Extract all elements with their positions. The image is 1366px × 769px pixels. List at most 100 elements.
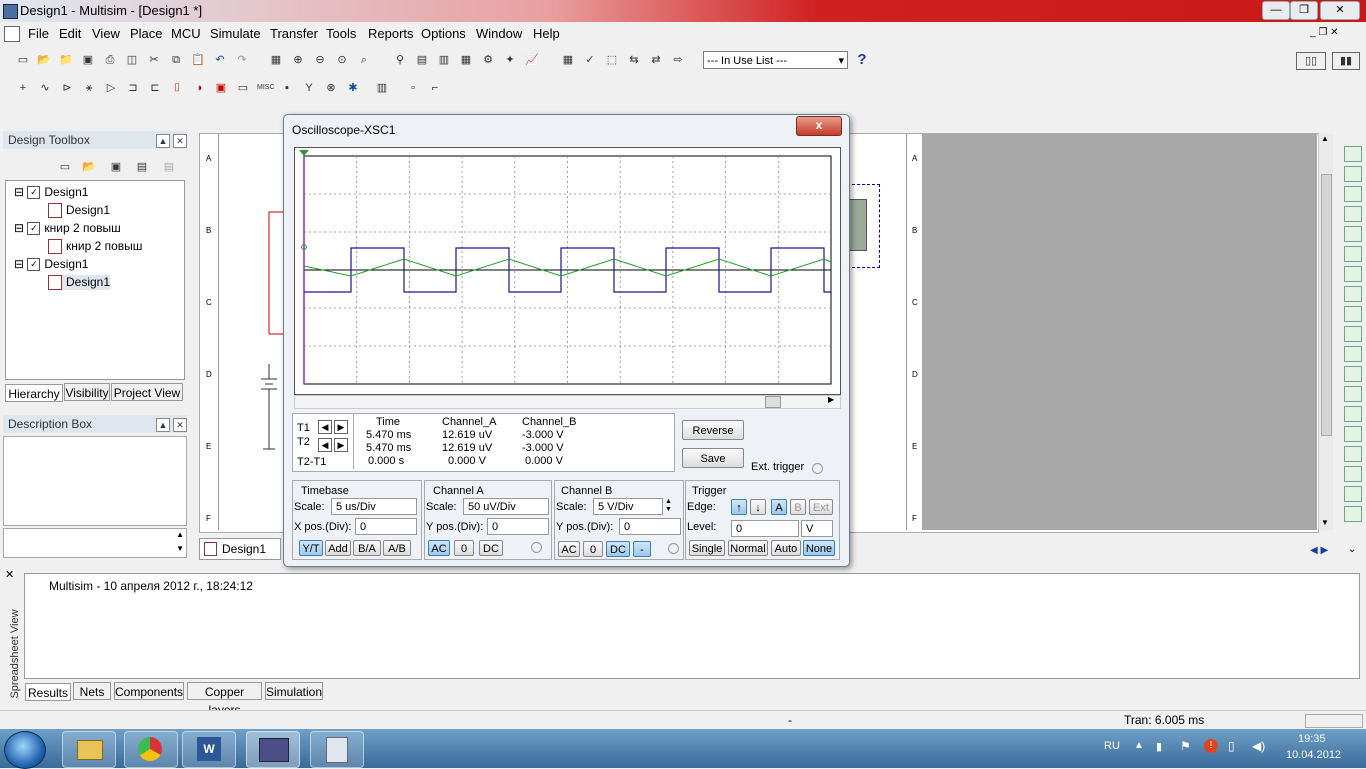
falling-edge-icon[interactable]: ↓ — [750, 499, 766, 515]
wattmeter-icon[interactable] — [1344, 186, 1362, 202]
t1-left-arrow-icon[interactable]: ◀ — [318, 420, 332, 434]
open-design-icon[interactable]: 📂 — [81, 159, 97, 175]
agilent-oscilloscope-icon[interactable] — [1344, 466, 1362, 482]
logic-converter-icon[interactable] — [1344, 326, 1362, 342]
delete-sheet-icon[interactable]: ▤ — [161, 159, 177, 175]
paste-icon[interactable]: 📋 — [190, 52, 206, 68]
frequency-counter-icon[interactable] — [1344, 266, 1362, 282]
tab-scroll-arrows[interactable]: ◀ ▶ — [1310, 545, 1328, 556]
security-icon[interactable]: ⚑ — [1180, 739, 1191, 753]
word-generator-icon[interactable] — [1344, 286, 1362, 302]
channel-b-ac-button[interactable]: AC — [558, 541, 580, 557]
language-indicator[interactable]: RU — [1104, 740, 1120, 752]
erc-icon[interactable]: ✓ — [582, 52, 598, 68]
mcu-icon[interactable]: ✱ — [345, 80, 361, 96]
channel-b-terminal-icon[interactable] — [668, 543, 679, 554]
find-icon[interactable]: ⚲ — [392, 52, 408, 68]
t2-right-arrow-icon[interactable]: ▶ — [334, 438, 348, 452]
close-icon[interactable]: ✕ — [173, 418, 187, 432]
horizontal-scrollbar[interactable]: ▶ — [294, 395, 841, 409]
ab-button[interactable]: A/B — [383, 540, 411, 556]
tab-results[interactable]: Results — [25, 683, 71, 701]
forward-annotate-icon[interactable]: ⇄ — [648, 52, 664, 68]
tree-node-design1[interactable]: ⊟ ✓ Design1 — [14, 185, 88, 200]
maximize-button[interactable]: ❐ — [1290, 1, 1318, 20]
hierarchical-block-icon[interactable]: ▥ — [374, 80, 390, 96]
yt-button[interactable]: Y/T — [299, 540, 323, 556]
t2-left-arrow-icon[interactable]: ◀ — [318, 438, 332, 452]
agilent-multimeter-icon[interactable] — [1344, 446, 1362, 462]
channel-a-ypos-field[interactable]: 0 — [487, 518, 549, 535]
multisim-taskbar-button[interactable] — [246, 731, 300, 768]
tab-copper-layers[interactable]: Copper layers — [187, 682, 262, 717]
document-icon[interactable] — [4, 26, 20, 42]
menu-edit[interactable]: Edit — [59, 26, 81, 41]
postprocessor-icon[interactable]: ▦ — [560, 52, 576, 68]
zoom-area-icon[interactable]: ⊙ — [334, 52, 350, 68]
multimeter-icon[interactable] — [1344, 146, 1362, 162]
channel-b-invert-button[interactable]: - — [633, 541, 651, 557]
single-button[interactable]: Single — [689, 540, 725, 556]
scale-spinner-icon[interactable]: ▲ ▼ — [665, 498, 672, 514]
network-icon[interactable]: ▮ — [1156, 740, 1162, 753]
volume-icon[interactable]: ◀) — [1252, 739, 1265, 753]
start-button[interactable] — [4, 731, 46, 769]
cmos-icon[interactable]: ⊏ — [147, 80, 163, 96]
timebase-scale-field[interactable]: 5 us/Div — [331, 498, 417, 515]
close-icon[interactable]: ✕ — [5, 568, 14, 581]
channel-a-zero-button[interactable]: 0 — [454, 540, 474, 556]
analog-icon[interactable]: ▷ — [103, 80, 119, 96]
channel-b-ypos-field[interactable]: 0 — [619, 518, 681, 535]
add-button[interactable]: Add — [325, 540, 351, 556]
channel-b-zero-button[interactable]: 0 — [583, 541, 603, 557]
rising-edge-icon[interactable]: ↑ — [731, 499, 747, 515]
trigger-source-a-button[interactable]: A — [771, 499, 787, 515]
menu-transfer[interactable]: Transfer — [270, 26, 318, 41]
checkbox-icon[interactable]: ✓ — [27, 258, 41, 272]
pause-switch-icon[interactable]: ▮▮ — [1332, 52, 1360, 70]
device-icon[interactable]: ▯ — [1228, 739, 1235, 753]
none-button[interactable]: None — [803, 540, 835, 556]
close-window-button[interactable]: ✕ — [1320, 1, 1360, 20]
description-scroll[interactable]: ▲ ▼ — [3, 528, 187, 558]
tree-node-sheet[interactable]: книр 2 повыш — [48, 239, 142, 255]
pin-icon[interactable]: ▲ — [156, 418, 170, 432]
tree-node-design2[interactable]: ⊟ ✓ книр 2 повыш — [14, 221, 121, 236]
save-icon[interactable]: ▣ — [80, 52, 96, 68]
toolbar-expand-icon[interactable]: ⌄ — [1348, 544, 1356, 555]
trigger-source-ext-button[interactable]: Ext — [809, 499, 833, 515]
transistor-icon[interactable]: ⚹ — [81, 80, 97, 96]
misc-icon[interactable]: MISC — [257, 80, 275, 96]
scroll-down-icon[interactable]: ▼ — [1321, 518, 1329, 527]
rf-icon[interactable]: Y — [301, 80, 317, 96]
channel-a-ac-button[interactable]: AC — [428, 540, 450, 556]
distortion-analyzer-icon[interactable] — [1344, 366, 1362, 382]
ttl-icon[interactable]: ⊐ — [125, 80, 141, 96]
electromechanical-icon[interactable]: ⊗ — [323, 80, 339, 96]
zoom-out-icon[interactable]: ⊖ — [312, 52, 328, 68]
print-icon[interactable]: ⎙ — [102, 52, 118, 68]
tab-visibility[interactable]: Visibility — [64, 383, 110, 401]
scroll-thumb[interactable] — [765, 396, 781, 408]
in-use-list-dropdown[interactable]: --- In Use List --- ▾ — [703, 51, 848, 69]
clock-date[interactable]: 10.04.2012 — [1286, 749, 1341, 761]
minimize-button[interactable]: — — [1262, 1, 1290, 20]
menu-place[interactable]: Place — [130, 26, 163, 41]
tree-node-design3[interactable]: ⊟ ✓ Design1 — [14, 257, 88, 272]
close-icon[interactable]: ✕ — [173, 134, 187, 148]
iv-analyzer-icon[interactable] — [1344, 346, 1362, 362]
spectrum-analyzer-icon[interactable] — [1344, 386, 1362, 402]
grid-icon[interactable]: ▦ — [458, 52, 474, 68]
tab-simulation[interactable]: Simulation — [265, 682, 323, 700]
logic-analyzer-icon[interactable] — [1344, 306, 1362, 322]
menu-options[interactable]: Options — [421, 26, 466, 41]
mdi-controls[interactable]: _ ❐ ✕ — [1310, 27, 1338, 38]
tektronix-oscilloscope-icon[interactable] — [1344, 486, 1362, 502]
region-icon[interactable]: ⬚ — [604, 52, 620, 68]
mixed-icon[interactable]: ◑ — [191, 80, 207, 96]
redo-icon[interactable]: ↷ — [234, 52, 250, 68]
menu-window[interactable]: Window — [476, 26, 522, 41]
undo-icon[interactable]: ↶ — [212, 52, 228, 68]
reverse-button[interactable]: Reverse — [682, 420, 744, 440]
scroll-right-icon[interactable]: ▶ — [828, 395, 834, 404]
